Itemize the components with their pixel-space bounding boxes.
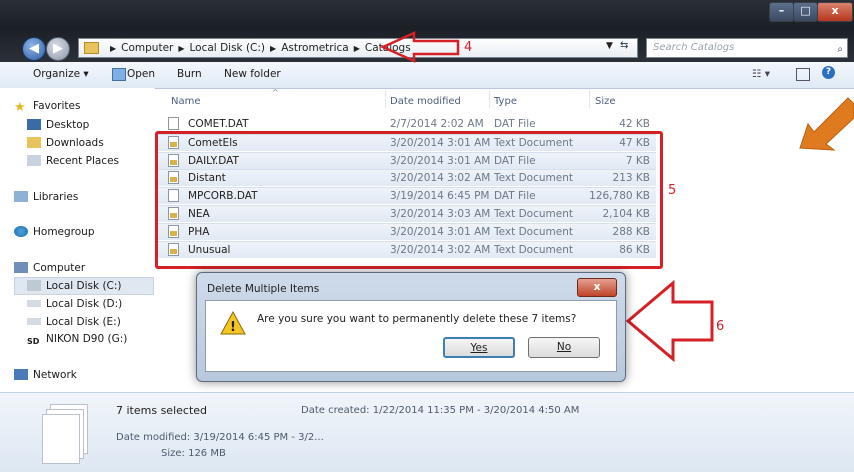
details-size: Size: 126 MB bbox=[161, 448, 226, 459]
details-date-created: Date created: 1/22/2014 11:35 PM - 3/20/… bbox=[301, 405, 580, 416]
annotation-arrow-6-icon bbox=[625, 279, 714, 363]
dialog-title: Delete Multiple Items bbox=[207, 283, 320, 295]
details-date-modified: Date modified: 3/19/2014 6:45 PM - 3/2..… bbox=[116, 432, 324, 443]
dialog-close-button[interactable]: x bbox=[577, 278, 617, 297]
annotation-arrow-4-icon bbox=[379, 31, 460, 63]
yes-button[interactable]: Yes bbox=[443, 337, 515, 358]
stacked-documents-icon bbox=[42, 404, 92, 464]
dialog-body bbox=[205, 300, 617, 372]
details-selected-count: 7 items selected bbox=[116, 404, 208, 417]
warning-icon: ! bbox=[220, 311, 246, 335]
orange-arrow-icon bbox=[799, 97, 854, 151]
dialog-message: Are you sure you want to permanently del… bbox=[257, 313, 577, 325]
no-button[interactable]: No bbox=[528, 337, 600, 358]
svg-text:!: ! bbox=[230, 320, 236, 335]
